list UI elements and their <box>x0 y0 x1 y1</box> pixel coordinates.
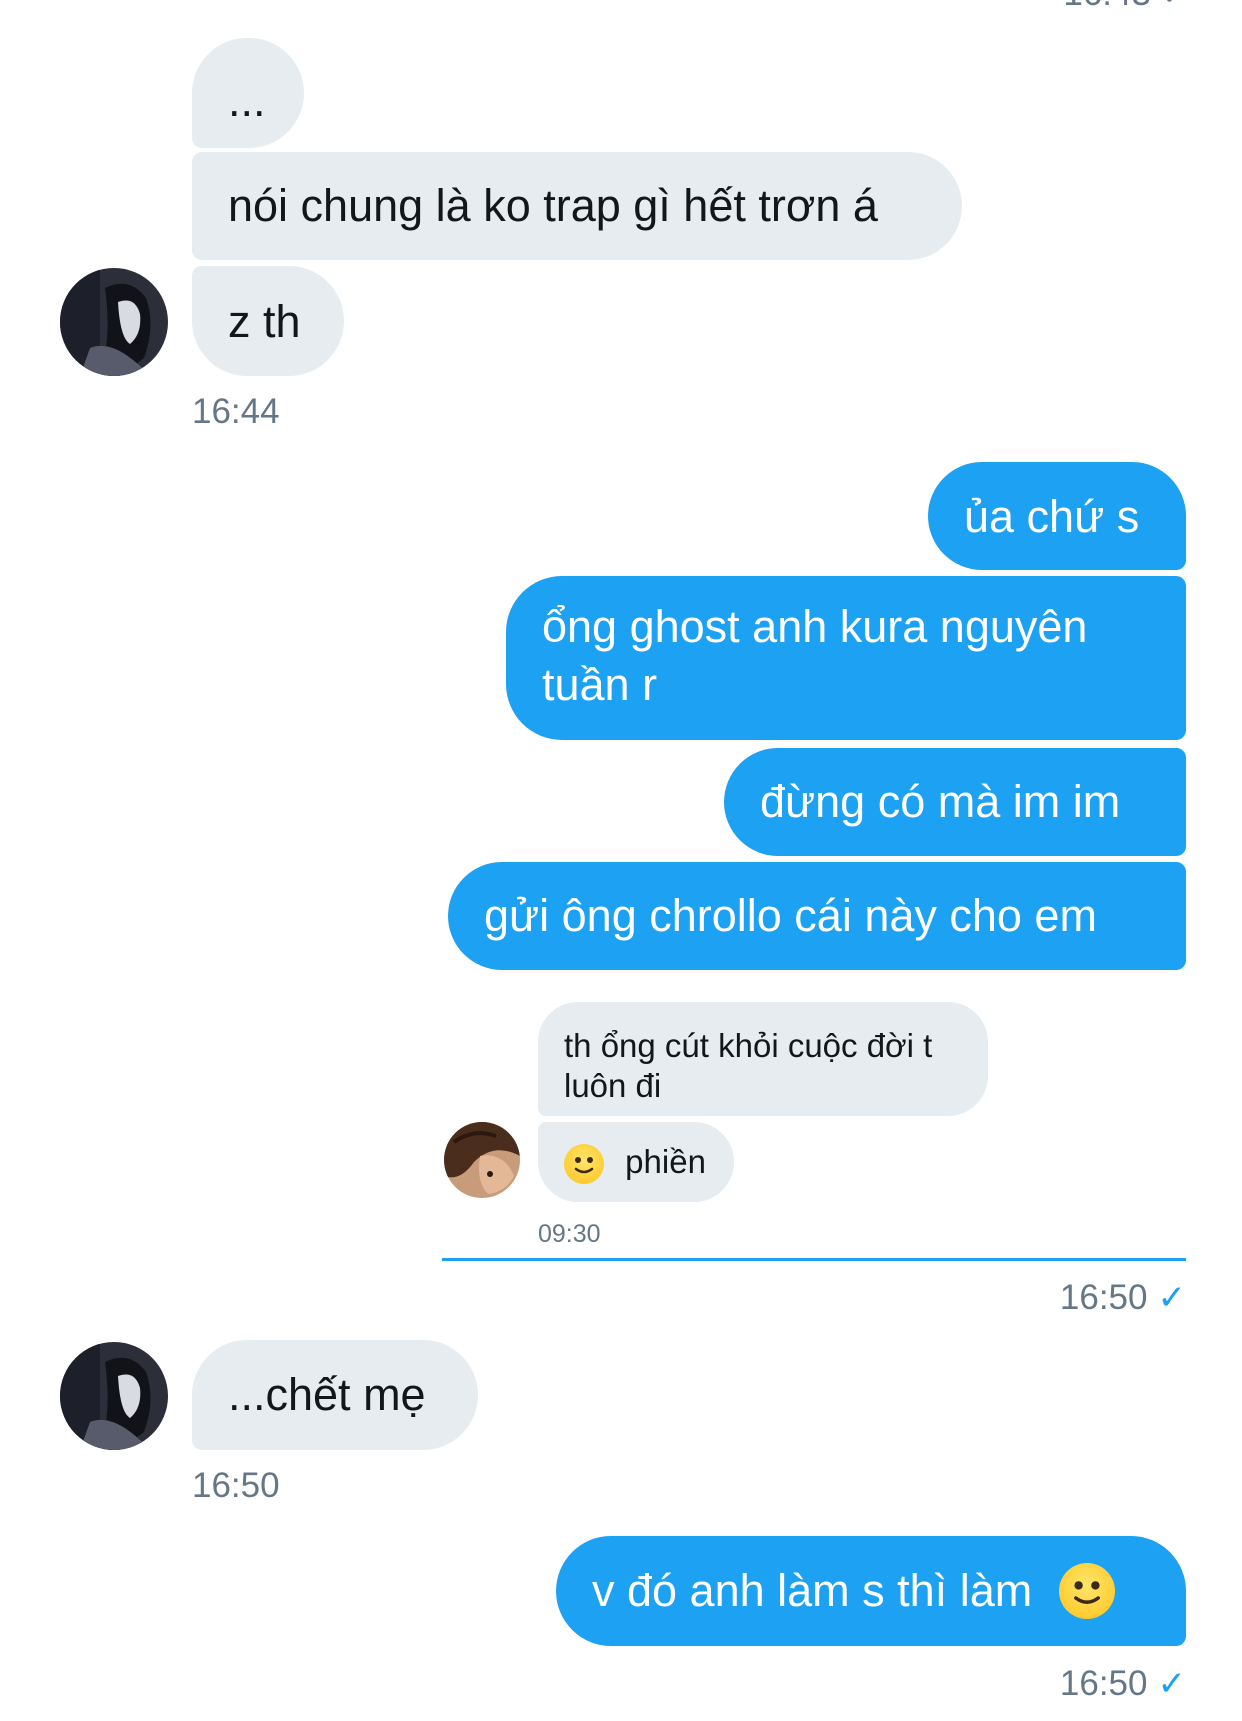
top-timestamp-fragment: 16:43 ✓ <box>1063 0 1190 14</box>
conversation-thread: 16:43 ✓ ... nói chung là ko trap gì hết … <box>0 0 1242 1721</box>
message-text: z th <box>228 296 301 347</box>
message-text: v đó anh làm s thì làm <box>592 1565 1033 1616</box>
shared-message-line: th ổng cút khỏi cuộc đời t <box>564 1027 933 1064</box>
message-text: ...chết mẹ <box>228 1369 426 1420</box>
shared-message-bubble: phiền <box>538 1122 734 1202</box>
slightly-smiling-face-icon <box>564 1144 604 1185</box>
message-bubble-outgoing[interactable]: v đó anh làm s thì làm <box>556 1536 1186 1646</box>
message-bubble-incoming[interactable]: ... <box>192 38 304 148</box>
shared-message-timestamp: 09:30 <box>538 1220 601 1248</box>
message-timestamp: 16:44 <box>192 392 280 431</box>
check-icon: ✓ <box>1157 1279 1187 1317</box>
message-text: nói chung là ko trap gì hết trơn á <box>228 180 878 231</box>
message-text: ủa chứ s <box>964 491 1140 542</box>
message-bubble-outgoing[interactable]: ổng ghost anh kura nguyên tuần r <box>506 576 1186 740</box>
shared-message-card[interactable]: th ổng cút khỏi cuộc đời t luôn đi phiền <box>442 1002 1186 1261</box>
message-bubble-outgoing[interactable]: ủa chứ s <box>928 462 1186 570</box>
timestamp-text: 16:50 <box>1059 1278 1148 1317</box>
message-bubble-incoming[interactable]: z th <box>192 266 344 376</box>
message-timestamp: 16:50 <box>192 1466 280 1505</box>
shared-message-bubble: th ổng cút khỏi cuộc đời t luôn đi <box>538 1002 988 1116</box>
shared-message-text: phiền <box>625 1143 706 1180</box>
slightly-smiling-face-icon <box>1058 1563 1115 1620</box>
message-text-line: ổng ghost anh kura nguyên <box>542 601 1088 652</box>
message-text: ... <box>228 75 266 126</box>
message-text-line: tuần r <box>542 659 658 710</box>
message-text: gửi ông chrollo cái này cho em <box>484 890 1097 941</box>
message-bubble-outgoing[interactable]: gửi ông chrollo cái này cho em <box>448 862 1186 970</box>
contact-avatar[interactable] <box>60 1342 168 1450</box>
message-timestamp: 16:50 ✓ <box>1060 1278 1186 1318</box>
contact-avatar[interactable] <box>60 268 168 376</box>
check-icon: ✓ <box>1157 1665 1187 1703</box>
shared-sender-avatar <box>444 1122 520 1198</box>
message-bubble-incoming[interactable]: nói chung là ko trap gì hết trơn á <box>192 152 962 260</box>
shared-message-line: luôn đi <box>564 1067 662 1104</box>
message-bubble-outgoing[interactable]: đừng có mà im im <box>724 748 1186 856</box>
message-text: đừng có mà im im <box>760 776 1121 827</box>
message-timestamp: 16:50 ✓ <box>1060 1664 1186 1704</box>
timestamp-text: 16:50 <box>1059 1664 1148 1703</box>
message-bubble-incoming[interactable]: ...chết mẹ <box>192 1340 478 1450</box>
